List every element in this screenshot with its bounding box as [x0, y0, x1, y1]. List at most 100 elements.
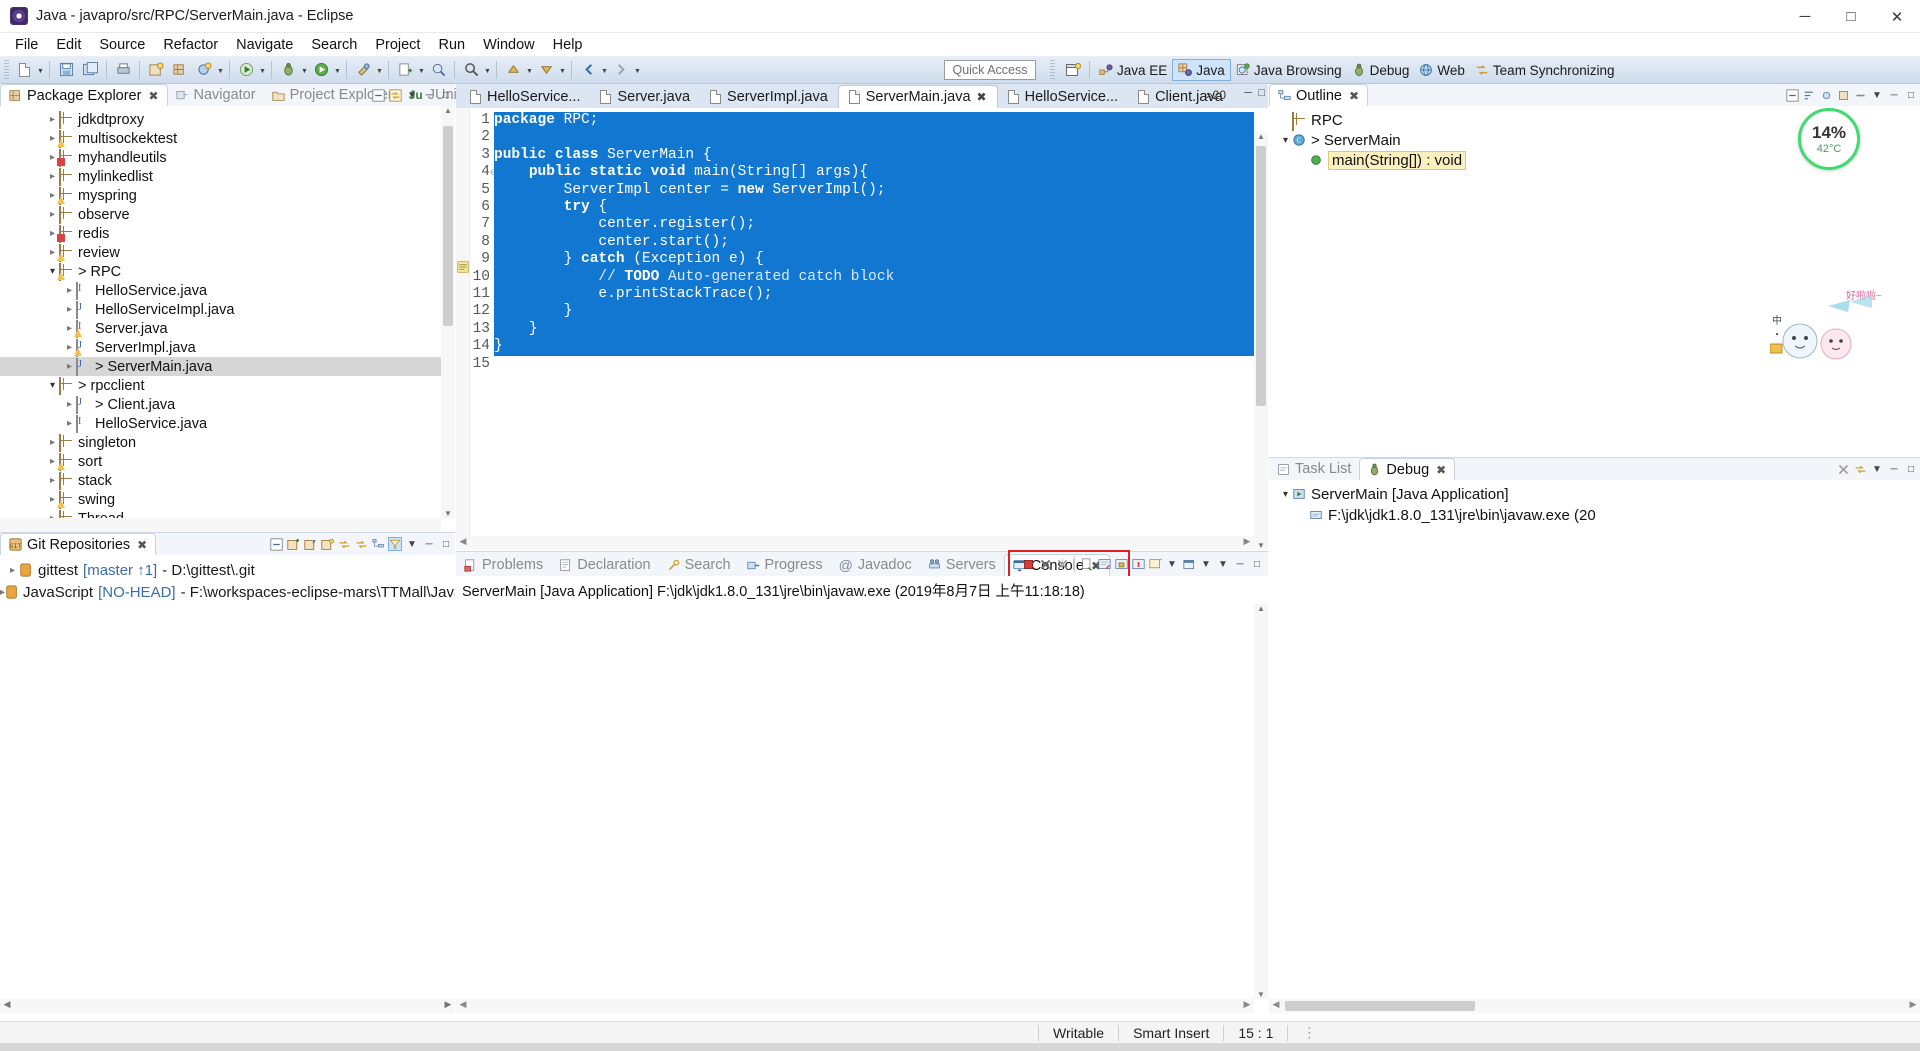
git-clone-repository-icon[interactable]	[303, 537, 317, 551]
git-link-icon[interactable]	[354, 537, 368, 551]
open-console-dropdown-icon[interactable]: ▼	[1199, 557, 1213, 571]
editor-tab-helloservice-2[interactable]: HelloService...	[998, 85, 1128, 108]
outline-hide-nonpublic-icon[interactable]	[1853, 88, 1867, 102]
outline-view-menu-icon[interactable]: ▼	[1870, 88, 1884, 102]
outline-collapse-all-icon[interactable]	[1785, 88, 1799, 102]
code-line[interactable]: public class ServerMain {	[494, 146, 1254, 165]
menu-search[interactable]: Search	[302, 36, 366, 54]
git-repository-row[interactable]: ▸ JavaScript [NO-HEAD] - F:\workspaces-ecli…	[0, 581, 455, 603]
console-hscrollbar[interactable]: ◀ ▶	[456, 999, 1254, 1013]
console-minimize-icon[interactable]: ─	[1233, 557, 1247, 571]
print-icon[interactable]	[112, 59, 134, 81]
git-repositories-hscrollbar[interactable]: ◀ ▶	[0, 999, 455, 1013]
git-hierarchy-icon[interactable]	[371, 537, 385, 551]
tree-expand-arrow[interactable]: ▾	[46, 380, 59, 391]
view-menu-icon[interactable]: ▼	[405, 88, 419, 102]
open-console-icon[interactable]	[1182, 557, 1196, 571]
editor-vscrollbar[interactable]: ▲ ▼	[1254, 132, 1268, 550]
tab-package-explorer[interactable]: Package Explorer ✖	[0, 84, 168, 106]
quick-access-input[interactable]: Quick Access	[944, 60, 1036, 80]
console-vscrollbar[interactable]: ▲ ▼	[1254, 604, 1268, 999]
new-java-project-icon[interactable]	[145, 59, 167, 81]
package-explorer-vscrollbar[interactable]: ▲ ▼	[441, 106, 455, 518]
menu-source[interactable]: Source	[90, 36, 154, 54]
tab-outline[interactable]: Outline ✖	[1269, 84, 1369, 106]
debug-icon[interactable]	[277, 59, 299, 81]
tab-git-repositories[interactable]: GIT Git Repositories ✖	[0, 533, 157, 555]
code-line[interactable]: center.start();	[494, 233, 1254, 252]
external-tools-dropdown-icon[interactable]: ▼	[375, 59, 384, 81]
forward-icon[interactable]	[610, 59, 632, 81]
package-explorer-tree-item[interactable]: ▸ Server.java	[0, 319, 455, 338]
package-explorer-hscrollbar[interactable]	[0, 518, 441, 532]
console-maximize-icon[interactable]: □	[1250, 557, 1264, 571]
editor-minimize-icon[interactable]: ─	[1244, 87, 1252, 99]
console-output-area[interactable]	[456, 604, 1254, 999]
new-wizard-dropdown-icon[interactable]: ▼	[36, 59, 45, 81]
package-explorer-tree-item[interactable]: ▾ > rpcclient	[0, 376, 455, 395]
toolbar-grip[interactable]	[4, 59, 9, 80]
previous-annotation-dropdown-icon[interactable]: ▼	[525, 59, 534, 81]
tab-problems[interactable]: Problems	[456, 554, 551, 576]
tree-expand-arrow[interactable]: ▸	[46, 114, 59, 125]
package-explorer-tree-item[interactable]: ▾ > RPC	[0, 262, 455, 281]
code-line[interactable]: public static void main(String[] args){	[494, 164, 1254, 182]
new-class-dropdown-icon[interactable]: ▼	[216, 59, 225, 81]
editor-maximize-icon[interactable]: □	[1258, 87, 1265, 99]
tree-expand-arrow[interactable]: ▸	[46, 133, 59, 144]
package-explorer-tree-item[interactable]: ▸ HelloService.java	[0, 281, 455, 300]
debug-dropdown-icon[interactable]: ▼	[300, 59, 309, 81]
tree-expand-arrow[interactable]: ▸	[63, 285, 76, 296]
editor-hscrollbar[interactable]: ◀ ▶	[456, 536, 1254, 550]
package-explorer-tree-item[interactable]: ▸ ServerImpl.java	[0, 338, 455, 357]
close-button[interactable]: ✕	[1874, 0, 1920, 33]
perspective-web[interactable]: Web	[1414, 59, 1470, 81]
maximize-view-icon[interactable]: □	[439, 88, 453, 102]
debug-tree[interactable]: ▾ ServerMain [Java Application] F:\jdk\jdk…	[1269, 480, 1920, 526]
tree-expand-arrow[interactable]: ▸	[63, 361, 76, 372]
tree-expand-arrow[interactable]: ▸	[63, 342, 76, 353]
tab-search[interactable]: Search	[659, 554, 739, 576]
code-editor[interactable]: 123456789101112131415 ⊖ package RPC; pub…	[456, 108, 1268, 550]
tree-expand-arrow[interactable]: ▾	[46, 266, 59, 277]
next-annotation-icon[interactable]	[535, 59, 557, 81]
open-type-icon[interactable]	[427, 59, 449, 81]
show-console-dropdown-icon[interactable]: ▼	[1165, 557, 1179, 571]
perspective-debug[interactable]: Debug	[1347, 59, 1415, 81]
tab-debug[interactable]: Debug ✖	[1359, 458, 1456, 480]
package-explorer-tree-item[interactable]: ▸ review	[0, 243, 455, 262]
package-explorer-tree-item[interactable]: ▸ multisockektest	[0, 129, 455, 148]
editor-tab-serverimpl[interactable]: ServerImpl.java	[700, 85, 838, 108]
new-element-icon[interactable]	[394, 59, 416, 81]
package-explorer-tree-item[interactable]: ▸ > Client.java	[0, 395, 455, 414]
debug-hscrollbar[interactable]: ◀ ▶	[1269, 999, 1920, 1013]
tree-expand-arrow[interactable]: ▸	[46, 209, 59, 220]
maximize-button[interactable]: □	[1828, 0, 1874, 33]
menu-file[interactable]: File	[6, 36, 47, 54]
tree-expand-arrow[interactable]: ▸	[63, 323, 76, 334]
git-view-menu-icon[interactable]: ▼	[405, 537, 419, 551]
collapse-all-icon[interactable]	[371, 88, 385, 102]
package-explorer-tree-item[interactable]: ▸ sort	[0, 452, 455, 471]
code-line[interactable]	[494, 356, 1254, 373]
tab-package-explorer-close-icon[interactable]: ✖	[148, 89, 158, 103]
package-explorer-tree-item[interactable]: ▸ myhandleutils	[0, 148, 455, 167]
git-repository-row[interactable]: ▸ gittest [master ↑1] - D:\gittest\.git	[0, 559, 455, 581]
editor-tab-overflow-indicator[interactable]: »20	[1206, 88, 1226, 102]
new-package-icon[interactable]	[169, 59, 191, 81]
menu-refactor[interactable]: Refactor	[154, 36, 227, 54]
tab-declaration[interactable]: Declaration	[551, 554, 658, 576]
run-green-icon[interactable]	[310, 59, 332, 81]
package-explorer-tree-item[interactable]: ▸ HelloService.java	[0, 414, 455, 433]
git-add-repository-icon[interactable]	[286, 537, 300, 551]
perspective-java-browsing[interactable]: Java Browsing	[1231, 59, 1347, 81]
outline-maximize-icon[interactable]: □	[1904, 88, 1918, 102]
tab-task-list[interactable]: Task List	[1269, 458, 1359, 480]
git-refresh-icon[interactable]	[337, 537, 351, 551]
package-explorer-tree-item[interactable]: ▸ jdkdtproxy	[0, 110, 455, 129]
search-dropdown-icon[interactable]: ▼	[483, 59, 492, 81]
code-line[interactable]: } catch (Exception e) {	[494, 251, 1254, 269]
code-line[interactable]: // TODO Auto-generated catch block	[494, 268, 1254, 287]
save-all-icon[interactable]	[79, 59, 101, 81]
tree-expand-arrow[interactable]: ▸	[63, 304, 76, 315]
